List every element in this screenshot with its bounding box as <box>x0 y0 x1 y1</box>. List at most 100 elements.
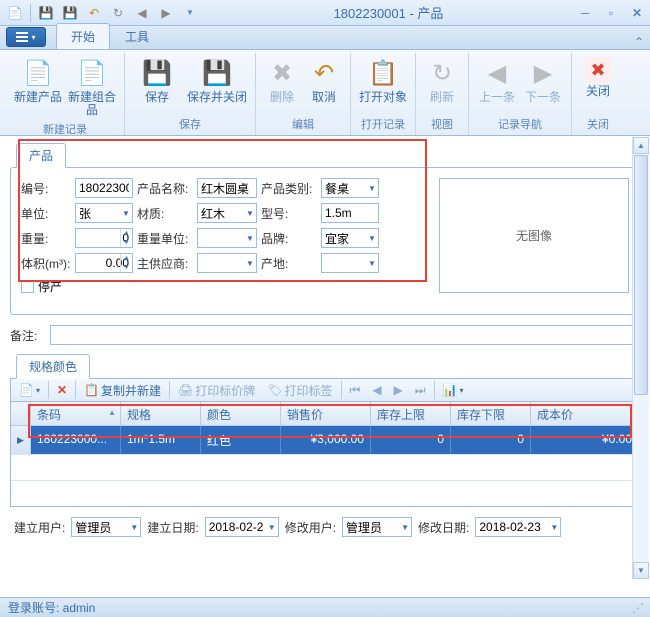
grid-toolbar: 📄▾ ✕ 📋复制并新建 🖨打印标价牌 🏷打印标签 ⏮ ◀ ▶ ⏭ 📊▾ <box>10 378 640 402</box>
qat-next-icon[interactable]: ▶ <box>155 3 177 23</box>
label-supplier: 主供应商: <box>137 255 193 272</box>
row-indicator-header <box>11 402 31 425</box>
col-barcode[interactable]: 条码▲ <box>31 402 121 425</box>
col-price[interactable]: 销售价 <box>281 402 371 425</box>
cell-stockmin: 0 <box>451 426 531 454</box>
label-weight: 重量: <box>21 230 71 247</box>
print-tag-button: 🖨打印标价牌 <box>174 380 259 400</box>
col-spec[interactable]: 规格 <box>121 402 201 425</box>
close-icon: ✖ <box>585 57 611 83</box>
col-color[interactable]: 颜色 <box>201 402 281 425</box>
weight-unit-combo[interactable] <box>197 228 257 248</box>
product-tab[interactable]: 产品 <box>16 143 66 168</box>
qat-dropdown-icon[interactable]: ▼ <box>179 3 201 23</box>
discontinued-label: 停产 <box>38 278 62 295</box>
origin-combo[interactable] <box>321 253 379 273</box>
qat-save-icon[interactable]: 💾 <box>35 3 57 23</box>
mod-date-field[interactable] <box>475 517 561 537</box>
col-stockmin[interactable]: 库存下限 <box>451 402 531 425</box>
export-button[interactable]: 📊▾ <box>439 380 468 400</box>
close-window-button[interactable]: ✕ <box>628 6 646 20</box>
close-button[interactable]: ✖关闭 <box>578 55 618 100</box>
sort-asc-icon: ▲ <box>108 408 116 417</box>
label-remark: 备注: <box>10 327 44 344</box>
spinner-buttons[interactable]: ▲▼ <box>120 229 132 247</box>
group-view-label: 视图 <box>431 114 453 135</box>
app-icon[interactable]: 📄 <box>4 3 26 23</box>
cell-spec: 1m*1.5m <box>121 426 201 454</box>
create-user-field[interactable] <box>71 517 141 537</box>
new-product-button[interactable]: 📄新建产品 <box>12 55 64 106</box>
maximize-button[interactable]: ▫ <box>602 6 620 20</box>
col-stockmax[interactable]: 库存上限 <box>371 402 451 425</box>
delete-row-button[interactable]: ✕ <box>53 380 71 400</box>
arrow-right-icon: ▶ <box>527 57 559 89</box>
scroll-thumb[interactable] <box>634 155 648 395</box>
refresh-icon: ↻ <box>426 57 458 89</box>
label-code: 编号: <box>21 180 71 197</box>
group-close-label: 关闭 <box>587 114 609 135</box>
supplier-combo[interactable] <box>197 253 257 273</box>
create-date-field[interactable] <box>205 517 279 537</box>
scroll-up-button[interactable]: ▲ <box>633 137 649 154</box>
prev-record-button: ◀上一条 <box>475 55 519 106</box>
mod-user-field[interactable] <box>342 517 412 537</box>
group-save-label: 保存 <box>179 114 201 135</box>
new-combo-button[interactable]: 📄新建组合品 <box>66 55 118 119</box>
status-bar: 登录账号: admin ⋰ <box>0 597 650 617</box>
col-cost[interactable]: 成本价 <box>531 402 639 425</box>
spec-color-tab[interactable]: 规格颜色 <box>16 354 90 379</box>
discontinued-checkbox[interactable]: 停产 <box>21 278 62 295</box>
label-weight-unit: 重量单位: <box>137 230 193 247</box>
label-origin: 产地: <box>261 255 317 272</box>
tab-tools[interactable]: 工具 <box>110 23 164 49</box>
model-input[interactable] <box>321 203 379 223</box>
name-input[interactable] <box>197 178 257 198</box>
qat-prev-icon[interactable]: ◀ <box>131 3 153 23</box>
qat-refresh-icon[interactable]: ↻ <box>107 3 129 23</box>
brand-combo[interactable] <box>321 228 379 248</box>
spinner-buttons[interactable]: ▲▼ <box>120 254 132 272</box>
qat-save-close-icon[interactable]: 💾 <box>59 3 81 23</box>
label-create-user: 建立用户: <box>14 519 65 536</box>
unit-combo[interactable] <box>75 203 133 223</box>
material-combo[interactable] <box>197 203 257 223</box>
copy-new-button[interactable]: 📋复制并新建 <box>80 380 165 400</box>
print-label-button: 🏷打印标签 <box>263 380 336 400</box>
refresh-button: ↻刷新 <box>422 55 462 106</box>
next-record-button: ▶下一条 <box>521 55 565 106</box>
main-content: 产品 编号: 产品名称: 产品类别: ▼ 单位: ▼ 材质 <box>0 136 650 579</box>
label-brand: 品牌: <box>261 230 317 247</box>
save-button[interactable]: 💾保存 <box>131 55 183 106</box>
group-open-label: 打开记录 <box>361 114 405 135</box>
open-object-button[interactable]: 📋打开对象 <box>357 55 409 106</box>
image-placeholder[interactable]: 无图像 <box>439 178 629 293</box>
ribbon-tabstrip: ▾ 开始 工具 ⌃ <box>0 26 650 50</box>
cancel-button[interactable]: ↶取消 <box>304 55 344 106</box>
label-category: 产品类别: <box>261 180 317 197</box>
nav-prev-button: ◀ <box>368 380 385 400</box>
code-input[interactable] <box>75 178 133 198</box>
arrow-left-icon: ◀ <box>481 57 513 89</box>
resize-grip-icon[interactable]: ⋰ <box>632 601 642 615</box>
new-row-button[interactable]: 📄▾ <box>15 380 44 400</box>
scroll-down-button[interactable]: ▼ <box>633 562 649 579</box>
app-menu-button[interactable]: ▾ <box>6 27 46 47</box>
cell-cost: ¥0.00 <box>531 426 639 454</box>
spec-grid: 条码▲ 规格 颜色 销售价 库存上限 库存下限 成本价 ▶ 180223000.… <box>10 402 640 507</box>
remark-input[interactable] <box>50 325 640 345</box>
vertical-scrollbar[interactable]: ▲ ▼ <box>632 137 649 579</box>
table-row[interactable]: ▶ 180223000... 1m*1.5m 红色 ¥3,000.00 0 0 … <box>11 426 639 454</box>
group-edit-label: 编辑 <box>292 114 314 135</box>
document-icon: 📄 <box>76 57 108 89</box>
minimize-button[interactable]: ─ <box>576 6 594 20</box>
nav-first-button: ⏮ <box>346 380 365 400</box>
ribbon: 📄新建产品 📄新建组合品 新建记录 💾保存 💾保存并关闭 保存 ✖删除 ↶取消 … <box>0 50 650 136</box>
ribbon-pin-icon[interactable]: ⌃ <box>634 35 644 49</box>
qat-undo-icon[interactable]: ↶ <box>83 3 105 23</box>
category-combo[interactable] <box>321 178 379 198</box>
save-close-button[interactable]: 💾保存并关闭 <box>185 55 249 106</box>
row-indicator-icon: ▶ <box>11 426 31 454</box>
empty-row <box>11 480 639 506</box>
tab-start[interactable]: 开始 <box>56 23 110 49</box>
